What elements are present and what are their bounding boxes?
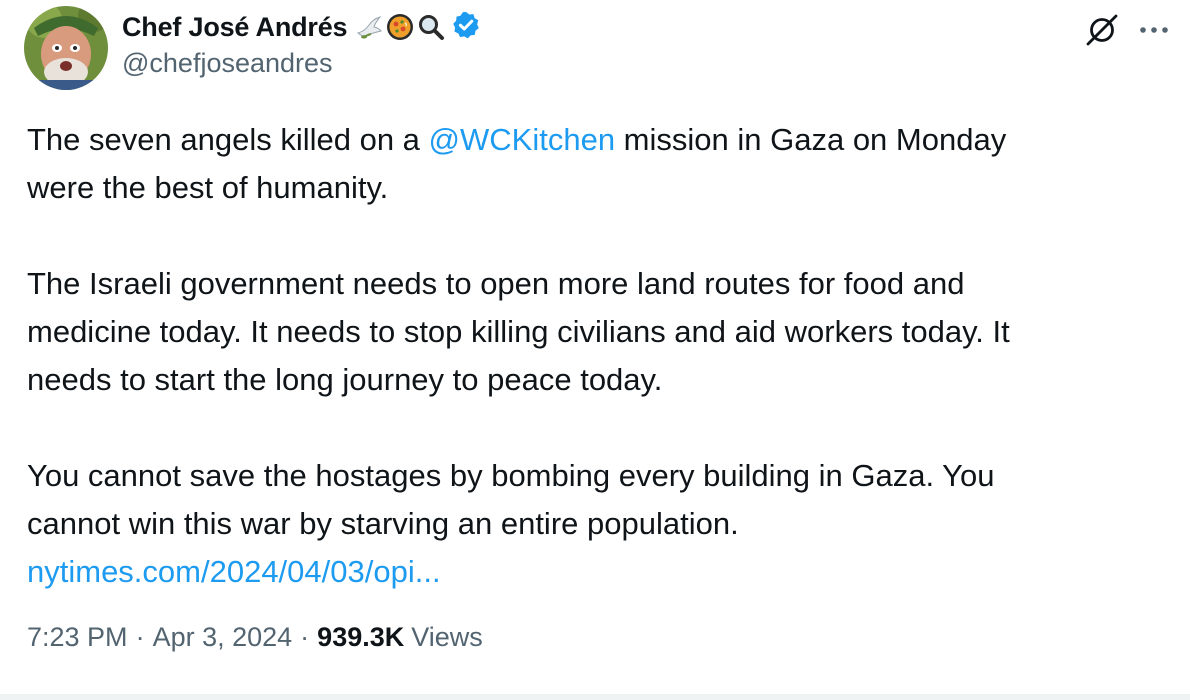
paragraph-2-line-1: The Israeli government needs to open mor…	[27, 266, 965, 301]
paragraph-3-line-2: cannot win this war by starving an entir…	[27, 506, 739, 541]
mention-link[interactable]: @WCKitchen	[429, 122, 616, 157]
text-segment: The seven angels killed on a	[27, 122, 429, 157]
paella-icon	[385, 12, 415, 42]
paragraph-3-line-1: You cannot save the hostages by bombing …	[27, 458, 995, 493]
grok-icon[interactable]	[1084, 12, 1120, 48]
tweet: Chef José Andrés @chefjoseandres The sev…	[0, 0, 1190, 700]
tweet-date[interactable]: Apr 3, 2024	[153, 622, 293, 653]
divider	[0, 694, 1190, 700]
meta-separator: ·	[135, 622, 145, 652]
display-name[interactable]: Chef José Andrés	[122, 12, 348, 43]
text-segment: mission in Gaza on Monday	[615, 122, 1007, 157]
tweet-text: The seven angels killed on a @WCKitchen …	[27, 116, 1167, 596]
paragraph-1-line-2: were the best of humanity.	[27, 170, 389, 205]
magnifying-glass-icon	[417, 13, 445, 41]
views-count: 939.3K	[317, 622, 405, 652]
views-label: Views	[411, 622, 483, 652]
handle[interactable]: @chefjoseandres	[122, 48, 333, 79]
avatar[interactable]	[24, 6, 108, 90]
article-link[interactable]: nytimes.com/2024/04/03/opi...	[27, 554, 441, 589]
meta-separator: ·	[300, 622, 310, 652]
author-name-row[interactable]: Chef José Andrés	[122, 8, 481, 46]
tweet-meta: 7:23 PM · Apr 3, 2024 · 939.3K Views	[27, 622, 483, 653]
paragraph-1-line-1: The seven angels killed on a @WCKitchen …	[27, 116, 1167, 164]
top-actions	[1084, 12, 1170, 48]
paragraph-2-line-3: needs to start the long journey to peace…	[27, 362, 663, 397]
more-icon[interactable]	[1138, 24, 1170, 36]
dove-icon	[355, 13, 383, 41]
tweet-time[interactable]: 7:23 PM	[27, 622, 128, 653]
name-emojis	[355, 12, 445, 42]
paragraph-2-line-2: medicine today. It needs to stop killing…	[27, 314, 1010, 349]
verified-badge-icon[interactable]	[451, 10, 481, 45]
